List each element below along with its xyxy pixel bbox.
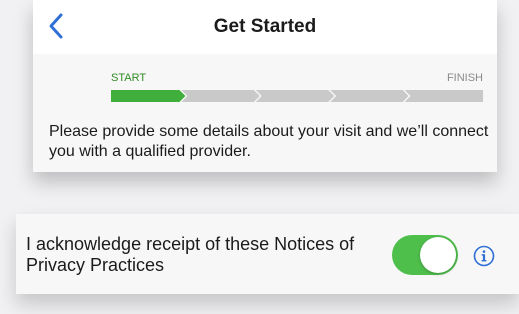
progress-bar bbox=[111, 90, 483, 102]
nav-bar: Get Started bbox=[33, 0, 497, 54]
acknowledgement-toggle[interactable] bbox=[392, 235, 458, 275]
intro-text: Please provide some details about your v… bbox=[49, 123, 489, 160]
progress-finish-label: FINISH bbox=[446, 72, 483, 84]
toggle-knob bbox=[420, 237, 456, 273]
progress-step-4 bbox=[330, 90, 409, 102]
privacy-acknowledgement-card: I acknowledge receipt of these Notices o… bbox=[16, 214, 519, 294]
progress-labels: START FINISH bbox=[111, 72, 483, 86]
page-title: Get Started bbox=[213, 16, 317, 37]
acknowledgement-label: I acknowledge receipt of these Notices o… bbox=[26, 234, 355, 275]
progress-step-1 bbox=[111, 90, 186, 102]
info-icon bbox=[473, 245, 495, 267]
progress-step-2 bbox=[181, 90, 260, 102]
progress-step-3 bbox=[255, 90, 335, 102]
info-button[interactable] bbox=[473, 245, 495, 267]
get-started-card: Get Started START FINISH Please provide … bbox=[33, 0, 497, 172]
progress-start-label: START bbox=[111, 72, 147, 84]
progress-step-5 bbox=[404, 90, 483, 102]
